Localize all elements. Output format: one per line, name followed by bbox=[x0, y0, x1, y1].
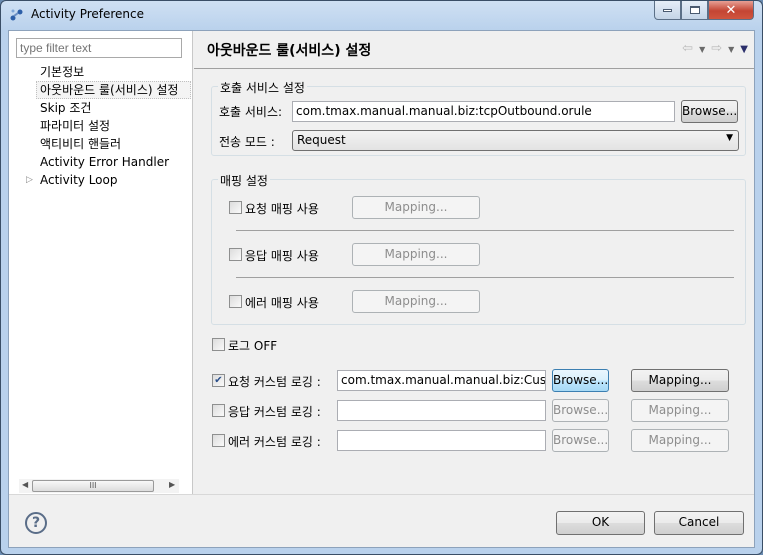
error-mapping-label: 에러 매핑 사용 bbox=[245, 296, 319, 310]
window-title: Activity Preference bbox=[31, 7, 145, 21]
app-icon bbox=[10, 9, 23, 21]
request-mapping-checkbox[interactable] bbox=[229, 201, 242, 214]
footer-separator bbox=[9, 494, 754, 495]
service-browse-button[interactable]: Browse... bbox=[681, 100, 738, 123]
response-mapping-button[interactable]: Mapping... bbox=[352, 243, 480, 266]
scroll-thumb[interactable]: III bbox=[32, 480, 154, 492]
tree-item-error-handler[interactable]: Activity Error Handler bbox=[9, 153, 191, 171]
service-label: 호출 서비스: bbox=[219, 105, 283, 119]
filter-input[interactable] bbox=[16, 38, 182, 58]
tree-item-parameter[interactable]: 파라미터 설정 bbox=[9, 117, 191, 135]
error-logging-mapping-button[interactable]: Mapping... bbox=[631, 429, 729, 452]
tree-item-outbound-rule[interactable]: 아웃바운드 룰(서비스) 설정 bbox=[36, 81, 191, 99]
forward-dropdown-icon[interactable]: ▼ bbox=[728, 45, 734, 56]
tree-item-basic-info[interactable]: 기본정보 bbox=[9, 63, 191, 81]
ok-button[interactable]: OK bbox=[556, 511, 645, 535]
close-icon: ✕ bbox=[725, 2, 737, 18]
divider bbox=[236, 277, 734, 278]
response-logging-input[interactable] bbox=[337, 400, 546, 421]
response-logging-browse-button[interactable]: Browse... bbox=[552, 399, 609, 422]
request-mapping-label: 요청 매핑 사용 bbox=[245, 202, 319, 216]
mapping-group-label: 매핑 설정 bbox=[218, 172, 270, 189]
title-separator bbox=[194, 68, 754, 69]
page-title: 아웃바운드 룰(서비스) 설정 bbox=[207, 43, 372, 59]
tree-item-activity-handler[interactable]: 액티비티 핸들러 bbox=[9, 135, 191, 153]
maximize-icon bbox=[689, 6, 700, 14]
chevron-down-icon: ▼ bbox=[726, 133, 733, 143]
request-logging-checkbox[interactable]: ✔ bbox=[212, 374, 225, 387]
log-off-label: 로그 OFF bbox=[228, 339, 278, 353]
forward-icon[interactable]: ⇨ bbox=[711, 41, 722, 56]
request-logging-label: 요청 커스텀 로깅 : bbox=[228, 375, 321, 389]
service-group: 호출 서비스 설정 호출 서비스: com.tmax.manual.manual… bbox=[211, 79, 746, 156]
maximize-button[interactable] bbox=[681, 1, 708, 20]
close-button[interactable]: ✕ bbox=[708, 1, 754, 20]
preference-tree: 기본정보 아웃바운드 룰(서비스) 설정 Skip 조건 파라미터 설정 액티비… bbox=[9, 63, 191, 189]
mode-value: Request bbox=[297, 133, 346, 147]
divider bbox=[236, 230, 734, 231]
minimize-icon bbox=[663, 8, 672, 12]
mode-select[interactable]: Request ▼ bbox=[292, 130, 739, 151]
error-logging-input[interactable] bbox=[337, 430, 546, 451]
request-logging-input[interactable]: com.tmax.manual.manual.biz:Custom bbox=[337, 370, 546, 391]
error-mapping-button[interactable]: Mapping... bbox=[352, 290, 480, 313]
response-mapping-checkbox[interactable] bbox=[229, 248, 242, 261]
sidebar: 기본정보 아웃바운드 룰(서비스) 설정 Skip 조건 파라미터 설정 액티비… bbox=[9, 31, 193, 494]
dialog-window: Activity Preference ✕ 기본정보 아웃바운드 룰(서비스) … bbox=[0, 0, 763, 555]
page-nav: ⇦ ▼ ⇨ ▼ ▼ bbox=[682, 41, 748, 56]
view-menu-icon[interactable]: ▼ bbox=[740, 44, 748, 56]
back-icon[interactable]: ⇦ bbox=[682, 41, 693, 56]
request-mapping-button[interactable]: Mapping... bbox=[352, 196, 480, 219]
back-dropdown-icon[interactable]: ▼ bbox=[699, 45, 705, 56]
scroll-right-icon[interactable]: ▶ bbox=[169, 480, 175, 489]
response-logging-checkbox[interactable] bbox=[212, 404, 225, 417]
scroll-left-icon[interactable]: ◀ bbox=[22, 480, 28, 489]
error-logging-browse-button[interactable]: Browse... bbox=[552, 429, 609, 452]
title-bar[interactable]: Activity Preference ✕ bbox=[1, 1, 762, 29]
error-mapping-checkbox[interactable] bbox=[229, 295, 242, 308]
service-input[interactable]: com.tmax.manual.manual.biz:tcpOutbound.o… bbox=[292, 101, 675, 122]
request-logging-mapping-button[interactable]: Mapping... bbox=[631, 369, 729, 392]
mapping-group: 매핑 설정 요청 매핑 사용 Mapping... 응답 매핑 사용 Mappi… bbox=[211, 172, 746, 325]
response-logging-mapping-button[interactable]: Mapping... bbox=[631, 399, 729, 422]
cancel-button[interactable]: Cancel bbox=[654, 511, 744, 535]
preference-page: 아웃바운드 룰(서비스) 설정 ⇦ ▼ ⇨ ▼ ▼ 호출 서비스 설정 호출 서… bbox=[194, 31, 754, 494]
request-logging-browse-button[interactable]: Browse... bbox=[552, 369, 609, 392]
error-logging-label: 에러 커스텀 로깅 : bbox=[228, 435, 321, 449]
dialog-client: 기본정보 아웃바운드 룰(서비스) 설정 Skip 조건 파라미터 설정 액티비… bbox=[8, 30, 755, 548]
help-icon[interactable]: ? bbox=[25, 512, 47, 534]
service-group-label: 호출 서비스 설정 bbox=[218, 79, 307, 96]
minimize-button[interactable] bbox=[654, 1, 681, 20]
tree-item-activity-loop[interactable]: ▷ Activity Loop bbox=[9, 171, 191, 189]
expand-icon[interactable]: ▷ bbox=[26, 171, 33, 189]
log-off-checkbox[interactable] bbox=[212, 338, 225, 351]
error-logging-checkbox[interactable] bbox=[212, 434, 225, 447]
tree-item-skip-condition[interactable]: Skip 조건 bbox=[9, 99, 191, 117]
mode-label: 전송 모드 : bbox=[219, 135, 275, 149]
response-logging-label: 응답 커스텀 로깅 : bbox=[228, 405, 321, 419]
tree-item-label: Activity Loop bbox=[40, 173, 118, 187]
horizontal-scrollbar[interactable]: ◀ III ▶ bbox=[19, 479, 179, 493]
response-mapping-label: 응답 매핑 사용 bbox=[245, 249, 319, 263]
